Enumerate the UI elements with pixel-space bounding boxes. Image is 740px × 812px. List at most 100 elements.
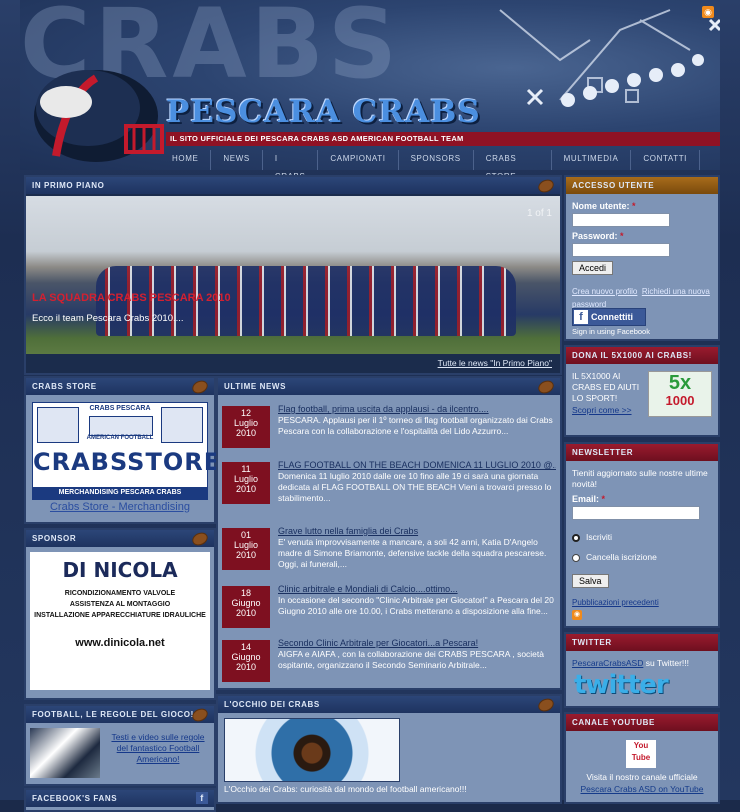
- twitter-user-link[interactable]: PescaraCrabsASD: [572, 658, 643, 668]
- nav-crabs-store[interactable]: CRABS STORE: [474, 150, 552, 181]
- nav-i-crabs[interactable]: I CRABS: [263, 150, 319, 181]
- eye-image[interactable]: [224, 718, 400, 782]
- news-item: 14 Giugno 2010 Secondo Clinic Arbitrale pe…: [220, 636, 558, 688]
- news-title-link[interactable]: Secondo Clinic Arbitrale per Giocatori..…: [278, 638, 556, 648]
- featured-all-news-link[interactable]: Tutte le news "In Primo Piano": [438, 358, 552, 368]
- facebook-fans-title: FACEBOOK'S FANS f: [26, 790, 214, 807]
- site-header: CRABS PESCARA CRABS IL SITO UFFICIALE DE…: [20, 0, 720, 170]
- rss-icon[interactable]: ◉: [702, 6, 714, 18]
- five-x-thousand-title: DONA IL 5X1000 AI CRABS!: [566, 347, 718, 364]
- sponsor-banner[interactable]: DI NICOLA RICONDIZIONAMENTO VALVOLE ASSI…: [30, 552, 210, 690]
- youtube-logo[interactable]: You Tube: [626, 740, 656, 768]
- football-icon: [190, 378, 210, 396]
- youtube-channel-link[interactable]: Pescara Crabs ASD on YouTube: [566, 784, 718, 794]
- store-banner[interactable]: CRABS PESCARA AMERICAN FOOTBALL CRABSSTO…: [32, 402, 222, 500]
- eye-caption: L'Occhio dei Crabs: curiosità dal mondo …: [224, 784, 467, 794]
- five-x-thousand-logo[interactable]: 5x 1000: [648, 371, 712, 417]
- nav-news[interactable]: NEWS: [211, 150, 263, 170]
- rules-link[interactable]: Testi e video sulle regole del fantastic…: [108, 732, 208, 765]
- facebook-fans-panel: FACEBOOK'S FANS f: [24, 788, 216, 812]
- facebook-sub-label: Sign in using Facebook: [572, 327, 650, 336]
- store-banner-bottom: MERCHANDISING PESCARA CRABS: [33, 487, 207, 499]
- sponsor-title: SPONSOR: [26, 530, 214, 548]
- store-link[interactable]: Crabs Store - Merchandising: [26, 501, 214, 513]
- news-item: 12 Luglio 2010 Flag football, prima uscita…: [220, 402, 558, 454]
- news-item: 18 Giugno 2010 Clinic arbitrale e Mondiali…: [220, 582, 558, 634]
- password-input[interactable]: [572, 243, 670, 257]
- main-navigation: HOME NEWS I CRABS CAMPIONATI SPONSORS CR…: [160, 150, 700, 181]
- rules-panel: FOOTBALL, LE REGOLE DEL GIOCO! Testi e v…: [24, 704, 216, 786]
- login-button[interactable]: Accedi: [572, 261, 614, 275]
- newsletter-save-button[interactable]: Salva: [572, 574, 609, 588]
- featured-counter: 1 of 1: [526, 208, 552, 219]
- site-brand-title: PESCARA CRABS: [166, 94, 481, 130]
- sponsor-line-2: ASSISTENZA AL MONTAGGIO: [69, 601, 171, 608]
- news-date: 11 Luglio 2010: [222, 462, 270, 504]
- football-icon: [536, 378, 556, 396]
- featured-panel: IN PRIMO PIANO 1 of 1 LA SQUADRA CRABS P…: [24, 175, 562, 375]
- news-text: Domenica 11 luglio 2010 dalle ore 10 fin…: [278, 471, 552, 503]
- football-icon: [536, 696, 556, 714]
- twitter-panel: TWITTER PescaraCrabsASD su Twitter!!! tw…: [564, 632, 720, 708]
- five-x-thousand-text: IL 5X1000 AI CRABS ED AIUTI LO SPORT!: [572, 371, 640, 403]
- youtube-panel: CANALE YOUTUBE You Tube Visita il nostro…: [564, 712, 720, 804]
- news-text: In occasione del secondo "Clinic Arbitra…: [278, 595, 554, 616]
- newsletter-email-label: Email: *: [572, 494, 606, 504]
- youtube-title: CANALE YOUTUBE: [566, 714, 718, 731]
- store-banner-sub: AMERICAN FOOTBALL: [86, 435, 154, 441]
- featured-headline[interactable]: LA SQUADRA CRABS PESCARA 2010: [32, 292, 231, 304]
- news-title-link[interactable]: FLAG FOOTBALL ON THE BEACH DOMENICA 11 L…: [278, 460, 556, 470]
- news-title-link[interactable]: Clinic arbitrale e Mondiali di Calcio...…: [278, 584, 556, 594]
- facebook-icon: f: [196, 792, 208, 804]
- password-label: Password: *: [572, 231, 624, 241]
- news-item: 01 Luglio 2010 Grave lutto nella famiglia …: [220, 524, 558, 576]
- newsletter-intro: Tieniti aggiornato sulle nostre ultime n…: [572, 468, 708, 489]
- login-panel: ACCESSO UTENTE Nome utente: * Password: …: [564, 175, 720, 341]
- newsletter-email-input[interactable]: [572, 506, 700, 520]
- unsubscribe-radio-row[interactable]: Cancella iscrizione: [572, 552, 657, 562]
- nav-home[interactable]: HOME: [160, 150, 212, 170]
- sponsor-brand: DI NICOLA: [62, 558, 178, 582]
- nav-campionati[interactable]: CAMPIONATI: [318, 150, 399, 170]
- store-banner-title: CRABSSTORE: [33, 448, 222, 476]
- rss-icon[interactable]: ◉: [572, 610, 582, 620]
- username-input[interactable]: [572, 213, 670, 227]
- nav-contatti[interactable]: CONTATTI: [631, 150, 700, 170]
- store-panel: CRABS STORE CRABS PESCARA AMERICAN FOOTB…: [24, 376, 222, 524]
- featured-title: IN PRIMO PIANO: [26, 177, 560, 195]
- twitter-line: PescaraCrabsASD su Twitter!!!: [572, 658, 690, 668]
- rules-image[interactable]: [30, 728, 100, 778]
- news-text: E' venuta improvvisamente a mancare, a s…: [278, 537, 547, 569]
- news-title-link[interactable]: Grave lutto nella famiglia dei Crabs: [278, 526, 556, 536]
- featured-caption: Ecco il team Pescara Crabs 2010....: [32, 313, 184, 324]
- youtube-text: Visita il nostro canale ufficiale: [586, 772, 698, 782]
- eye-title: L'OCCHIO DEI CRABS: [218, 696, 560, 714]
- nav-multimedia[interactable]: MULTIMEDIA: [552, 150, 632, 170]
- facebook-connect-button[interactable]: f Connettiti: [572, 308, 646, 326]
- play-diagram-graphic: [499, 9, 720, 107]
- news-date: 18 Giugno 2010: [222, 586, 270, 628]
- five-x-thousand-link[interactable]: Scopri come >>: [572, 405, 632, 415]
- sponsor-line-3: INSTALLAZIONE APPARECCHIATURE IDRAULICHE: [34, 612, 206, 619]
- news-date: 01 Luglio 2010: [222, 528, 270, 570]
- newsletter-title: NEWSLETTER: [566, 444, 718, 461]
- news-text: PESCARA. Applausi per il 1º torneo di fl…: [278, 415, 553, 436]
- subscribe-radio[interactable]: [572, 533, 580, 542]
- twitter-logo[interactable]: twitter: [574, 670, 669, 700]
- nav-sponsors[interactable]: SPONSORS: [399, 150, 474, 170]
- subscribe-radio-row[interactable]: Iscriviti: [572, 532, 612, 542]
- news-date: 12 Luglio 2010: [222, 406, 270, 448]
- store-banner-top: CRABS PESCARA: [89, 405, 151, 412]
- news-title: ULTIME NEWS: [218, 378, 560, 396]
- news-title-link[interactable]: Flag football, prima uscita da applausi …: [278, 404, 556, 414]
- sponsor-line-1: RICONDIZIONAMENTO VALVOLE: [64, 590, 176, 597]
- newsletter-panel: NEWSLETTER Tieniti aggiornato sulle nost…: [564, 442, 720, 628]
- football-icon: [190, 706, 210, 724]
- unsubscribe-radio[interactable]: [572, 553, 580, 562]
- sponsor-site: www.dinicola.net: [75, 637, 165, 649]
- username-label: Nome utente: *: [572, 201, 636, 211]
- previous-publications-link[interactable]: Pubblicazioni precedenti: [572, 598, 659, 607]
- create-profile-link[interactable]: Crea nuovo profilo: [572, 287, 637, 296]
- featured-photo[interactable]: 1 of 1 LA SQUADRA CRABS PESCARA 2010 Ecc…: [26, 196, 560, 354]
- store-crest-center: [89, 416, 153, 436]
